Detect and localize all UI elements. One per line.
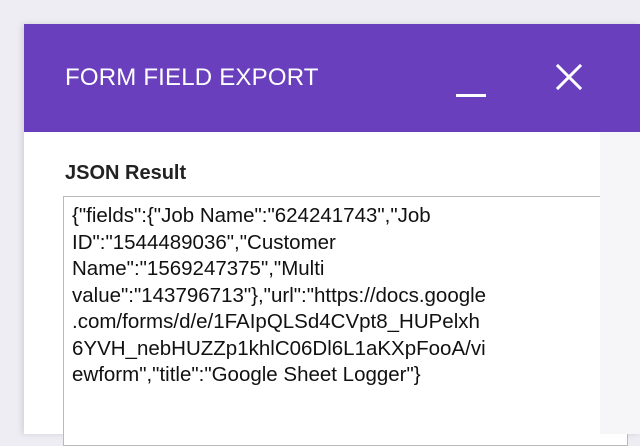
json-result-line: 6YVH_nebHUZZp1khlC06Dl6L1aKXpFooA/vi [72,336,486,360]
json-result-line: .com/forms/d/e/1FAIpQLSd4CVpt8_HUPelxh [72,310,480,333]
json-result-line: ID":"1544489036","Customer [72,230,336,254]
json-result-textarea[interactable]: {"fields":{"Job Name":"624241743","Job I… [63,196,628,446]
json-result-line: Name":"1569247375","Multi [72,257,325,280]
close-button[interactable] [546,60,590,104]
dialog-title: FORM FIELD EXPORT [65,64,319,91]
close-icon [555,63,583,91]
minimize-icon [456,94,486,97]
minimize-button[interactable] [447,60,495,100]
content-scrollbar[interactable] [600,132,640,434]
json-result-label: JSON Result [65,162,187,184]
json-result-line: {"fields":{"Job Name":"624241743","Job [72,204,431,227]
json-result-line: ewform","title":"Google Sheet Logger"} [72,363,421,386]
form-field-export-dialog: FORM FIELD EXPORT JSON Result {"fields":… [24,24,640,446]
json-result-line: value":"143796713"},"url":"https://docs.… [72,283,487,307]
dialog-header: FORM FIELD EXPORT [24,24,640,132]
dialog-content: JSON Result {"fields":{"Job Name":"62424… [24,132,628,446]
